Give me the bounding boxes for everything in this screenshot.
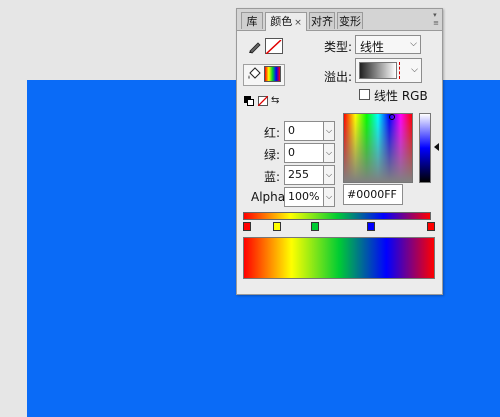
type-label: 类型: — [324, 40, 353, 54]
chevron-down-icon: ⌵ — [411, 65, 418, 75]
green-input[interactable]: 0 — [284, 143, 324, 163]
gradient-stop-pointer[interactable] — [273, 222, 281, 231]
gradient-stop-pointer[interactable] — [311, 222, 319, 231]
alpha-input[interactable]: 100% — [284, 187, 324, 207]
gradient-stops — [243, 222, 435, 234]
fill-bucket-icon[interactable] — [246, 66, 262, 82]
gradient-preview — [243, 237, 435, 279]
gradient-swatch-icon[interactable] — [264, 66, 281, 82]
red-label: 红: — [264, 126, 281, 140]
linear-rgb-label: 线性 RGB — [374, 89, 428, 103]
blue-input[interactable]: 255 — [284, 165, 324, 185]
chevron-down-icon: ⌵ — [410, 39, 417, 49]
gradient-bar[interactable] — [243, 212, 431, 220]
blue-dropdown[interactable]: ⌵ — [323, 165, 335, 185]
stroke-pencil-icon[interactable] — [247, 38, 263, 54]
tab-library[interactable]: 库 — [241, 12, 263, 29]
close-icon[interactable]: × — [294, 18, 302, 28]
color-panel: 库 颜色 × 对齐 变形 ▾ ≡ 类型: 线性 ⌵ 溢出: ⌵ ⇆ 线性 RGB 红… — [236, 8, 443, 295]
tab-transform[interactable]: 变形 — [337, 12, 363, 29]
swap-colors-icon[interactable]: ⇆ — [271, 95, 283, 107]
hex-input[interactable]: #0000FF — [343, 184, 403, 205]
gradient-stop-pointer[interactable] — [427, 222, 435, 231]
overflow-preview — [359, 62, 397, 79]
gradient-stop-pointer[interactable] — [243, 222, 251, 231]
panel-tab-bar: 库 颜色 × 对齐 变形 ▾ ≡ — [237, 9, 442, 31]
alpha-dropdown[interactable]: ⌵ — [323, 187, 335, 207]
tab-color[interactable]: 颜色 × — [265, 12, 307, 31]
gradient-stop-pointer[interactable] — [367, 222, 375, 231]
blue-label: 蓝: — [264, 170, 281, 184]
hue-saturation-field[interactable] — [343, 113, 413, 183]
no-color-icon[interactable] — [258, 96, 268, 106]
green-label: 绿: — [264, 148, 281, 162]
overflow-select[interactable]: ⌵ — [355, 58, 422, 83]
type-select[interactable]: 线性 ⌵ — [355, 35, 421, 54]
red-dropdown[interactable]: ⌵ — [323, 121, 335, 141]
no-color-swatch-icon[interactable] — [265, 38, 283, 55]
red-input[interactable]: 0 — [284, 121, 324, 141]
tab-align[interactable]: 对齐 — [309, 12, 335, 29]
default-colors-icon[interactable] — [244, 96, 254, 106]
green-dropdown[interactable]: ⌵ — [323, 143, 335, 163]
panel-menu-icon[interactable]: ▾ ≡ — [433, 11, 439, 27]
linear-rgb-checkbox[interactable] — [359, 89, 370, 100]
overflow-marker — [399, 62, 401, 79]
brightness-slider[interactable] — [419, 113, 431, 183]
overflow-label: 溢出: — [324, 70, 353, 84]
picker-crosshair — [389, 114, 395, 120]
brightness-pointer[interactable] — [434, 143, 439, 151]
